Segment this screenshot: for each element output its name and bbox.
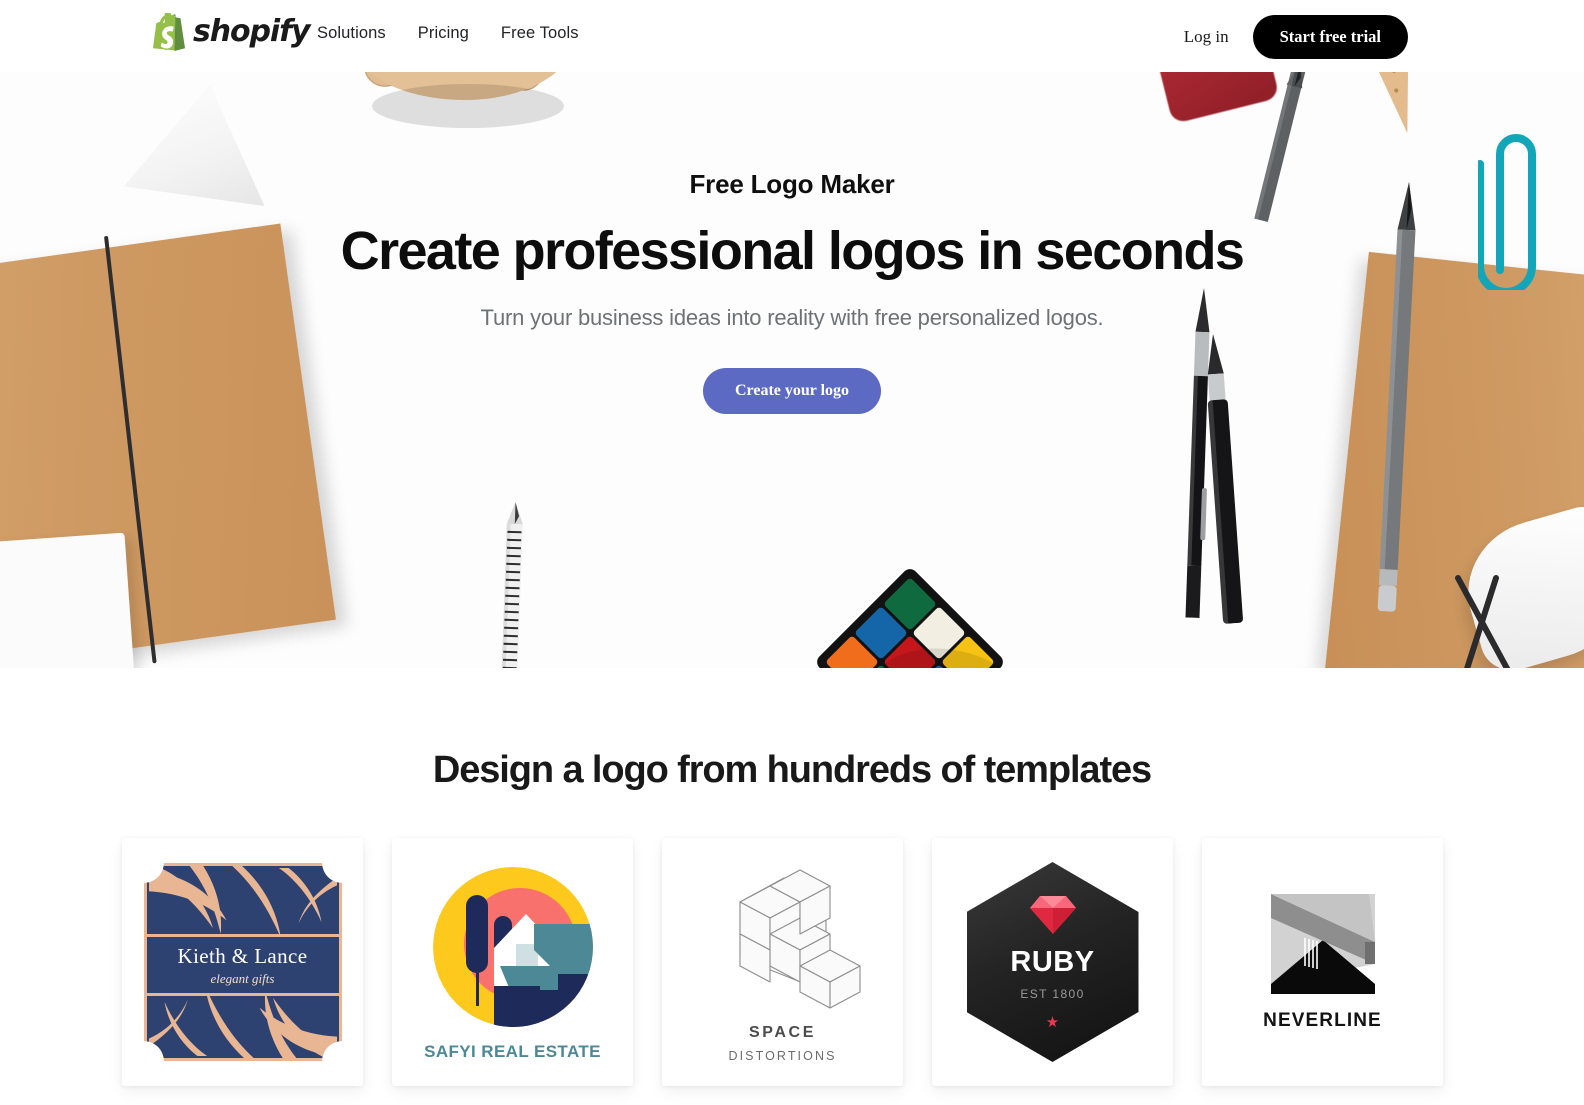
header-actions: Log in Start free trial <box>1184 15 1408 59</box>
ruby-gem-icon <box>1029 896 1076 934</box>
template-card-neverline[interactable]: NEVERLINE <box>1202 838 1443 1086</box>
kieth-lance-name: Kieth & Lance <box>177 943 308 968</box>
brand-wordmark: shopify <box>193 14 311 49</box>
kieth-lance-logo: Kieth & Lance elegant gifts <box>143 863 342 1061</box>
nav-item-pricing[interactable]: Pricing <box>418 24 469 43</box>
page-root: shopify Solutions Pricing Free Tools Log… <box>0 0 1584 1105</box>
main-nav: Solutions Pricing Free Tools <box>317 24 579 43</box>
neverline-logo <box>1270 894 1375 994</box>
hero-section: Free Logo Maker Create professional logo… <box>0 72 1584 668</box>
template-card-safyi-real-estate[interactable]: SAFYI REAL ESTATE <box>392 838 633 1086</box>
templates-section-title: Design a logo from hundreds of templates <box>432 749 1152 791</box>
ruby-name: RUBY <box>1010 946 1095 978</box>
safyi-real-estate-logo <box>432 867 593 1027</box>
space-distortions-name: SPACE <box>749 1023 816 1041</box>
template-card-row: Kieth & Lance elegant gifts SAFYI REAL E… <box>122 838 1443 1086</box>
shopify-bag-icon <box>152 13 186 51</box>
template-card-ruby[interactable]: RUBY EST 1800 ★ <box>932 838 1173 1086</box>
kieth-lance-tagline: elegant gifts <box>210 970 275 986</box>
ruby-star-icon: ★ <box>1045 1014 1060 1031</box>
create-your-logo-button[interactable]: Create your logo <box>702 368 882 415</box>
shopify-brand-logo[interactable]: shopify <box>152 13 311 51</box>
ruby-logo: RUBY EST 1800 ★ <box>966 862 1139 1062</box>
hero-title: Create professional logos in seconds <box>340 221 1245 281</box>
hero-subtitle: Turn your business ideas into reality wi… <box>480 304 1104 330</box>
safyi-real-estate-name: SAFYI REAL ESTATE <box>424 1042 601 1061</box>
nav-item-free-tools[interactable]: Free Tools <box>501 24 579 43</box>
ruby-tagline: EST 1800 <box>1020 987 1085 1001</box>
nav-item-solutions[interactable]: Solutions <box>317 24 386 43</box>
space-distortions-logo <box>738 868 861 1009</box>
login-link[interactable]: Log in <box>1184 27 1229 47</box>
templates-section: Design a logo from hundreds of templates <box>0 668 1584 1105</box>
space-distortions-tagline: DISTORTIONS <box>728 1048 837 1063</box>
kieth-lance-nameplate: Kieth & Lance elegant gifts <box>146 934 339 996</box>
template-card-space-distortions[interactable]: SPACE DISTORTIONS <box>662 838 903 1086</box>
template-card-kieth-lance[interactable]: Kieth & Lance elegant gifts <box>122 838 363 1086</box>
site-header: shopify Solutions Pricing Free Tools Log… <box>0 0 1584 72</box>
hero-content: Free Logo Maker Create professional logo… <box>0 72 1584 668</box>
neverline-name: NEVERLINE <box>1263 1010 1382 1031</box>
hero-eyebrow: Free Logo Maker <box>689 169 895 199</box>
start-free-trial-button[interactable]: Start free trial <box>1252 15 1408 59</box>
